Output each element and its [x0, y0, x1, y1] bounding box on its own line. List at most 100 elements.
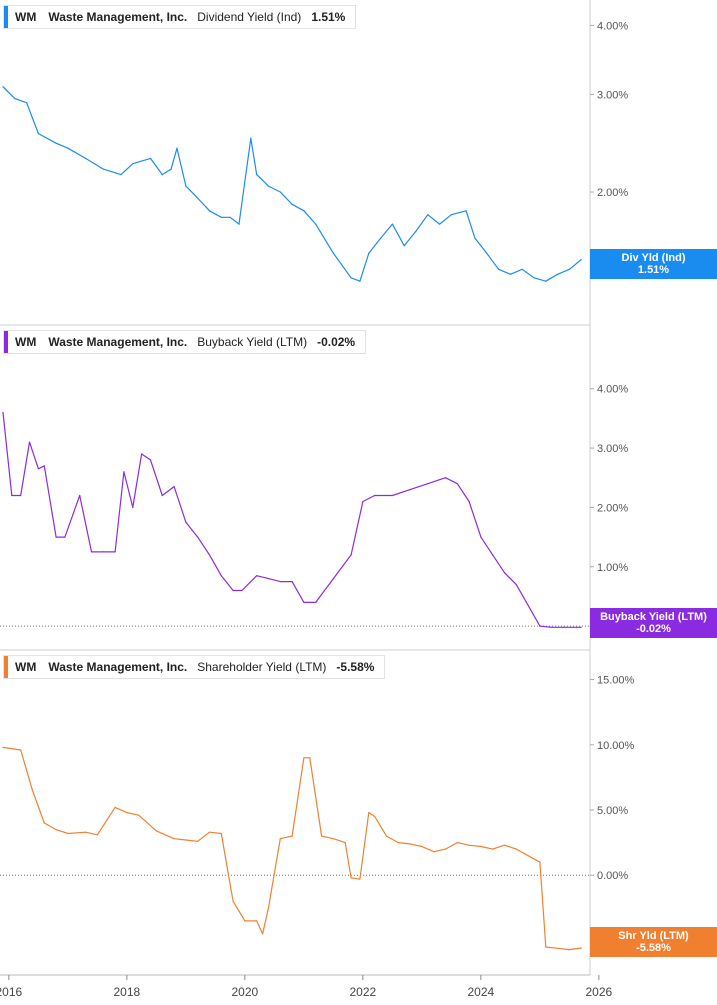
data-point — [126, 812, 128, 814]
data-point — [362, 500, 364, 503]
data-point — [90, 551, 93, 553]
series-color-swatch — [4, 656, 8, 678]
data-point — [208, 554, 211, 556]
data-point — [197, 197, 199, 199]
badge-label: Div Yld (Ind) — [621, 252, 686, 264]
data-point — [568, 949, 571, 951]
data-point — [415, 230, 417, 232]
data-point — [220, 832, 222, 835]
data-point — [368, 252, 370, 254]
y-tick-label: 4.00% — [597, 20, 628, 32]
data-point — [11, 494, 13, 497]
data-point — [332, 578, 334, 580]
data-point — [120, 174, 122, 176]
badge-value: -5.58% — [636, 942, 671, 954]
data-point — [533, 277, 535, 279]
data-point — [545, 946, 547, 948]
data-point — [96, 834, 98, 836]
data-point — [64, 536, 66, 538]
data-point — [132, 163, 134, 165]
company-name: Waste Management, Inc. — [48, 335, 188, 349]
data-point — [450, 214, 452, 216]
data-point — [391, 223, 393, 225]
metric-value: 1.51% — [311, 10, 346, 24]
data-point — [170, 168, 172, 170]
data-point — [465, 210, 467, 212]
data-point — [374, 494, 376, 497]
data-point — [303, 210, 305, 212]
data-point — [208, 831, 211, 833]
data-point — [332, 252, 334, 254]
data-point — [456, 842, 458, 844]
data-point — [557, 947, 559, 949]
data-point — [421, 845, 423, 848]
data-point — [291, 835, 293, 837]
badge-value: 1.51% — [637, 264, 670, 276]
current-value-badge-3: Shr Yld (LTM) -5.58% — [590, 927, 717, 957]
data-point — [55, 142, 57, 144]
data-point — [114, 551, 116, 553]
data-point — [31, 789, 34, 792]
x-tick-label: 2022 — [349, 985, 376, 999]
data-point — [397, 842, 399, 844]
data-point — [279, 581, 281, 583]
data-point — [173, 838, 175, 840]
data-point — [433, 851, 435, 853]
data-point — [267, 185, 270, 187]
data-point — [2, 411, 4, 414]
data-point — [480, 845, 482, 848]
y-tick-label: 2.00% — [597, 187, 628, 199]
y-tick-label: 0.00% — [597, 870, 628, 882]
data-point — [527, 604, 529, 606]
data-point — [241, 589, 243, 592]
data-point — [350, 554, 352, 556]
data-point — [279, 838, 281, 840]
badge-label: Buyback Yield (LTM) — [600, 611, 707, 623]
data-point — [79, 494, 81, 497]
data-point — [267, 578, 270, 580]
data-point — [498, 268, 500, 270]
badge-label: Shr Yld (LTM) — [618, 930, 689, 942]
data-point — [427, 214, 429, 216]
data-point — [380, 237, 382, 239]
x-tick-label: 2016 — [0, 985, 23, 999]
data-point — [427, 483, 429, 485]
data-point — [503, 572, 506, 574]
data-point — [291, 581, 293, 583]
data-point — [580, 947, 582, 949]
data-point — [486, 252, 488, 254]
metric-value: -5.58% — [336, 660, 375, 674]
data-point — [256, 575, 258, 577]
data-point — [350, 277, 352, 279]
data-point — [138, 814, 140, 816]
data-point — [220, 216, 222, 218]
ticker-label: WM — [15, 10, 37, 24]
data-point — [161, 174, 163, 176]
data-point — [55, 829, 57, 831]
data-point — [149, 157, 152, 159]
ticker-label: WM — [15, 335, 37, 349]
data-point — [509, 273, 511, 275]
data-point — [468, 844, 470, 846]
x-tick-label: 2018 — [113, 985, 140, 999]
y-tick-label: 2.00% — [597, 502, 628, 514]
data-point — [303, 757, 305, 759]
data-point — [557, 273, 559, 275]
data-point — [238, 223, 240, 225]
legend-panel-2: WM Waste Management, Inc. Buyback Yield … — [3, 330, 367, 354]
data-point — [480, 536, 482, 538]
data-point — [359, 280, 361, 282]
data-point — [132, 506, 134, 508]
x-tick-label: 2020 — [231, 985, 258, 999]
data-point — [14, 98, 16, 100]
data-point — [315, 601, 317, 604]
data-point — [26, 102, 28, 104]
data-point — [321, 835, 323, 837]
data-point — [208, 210, 211, 212]
data-point — [521, 268, 523, 270]
data-point — [161, 494, 163, 497]
data-point — [444, 477, 447, 479]
data-point — [580, 626, 582, 628]
data-point — [197, 536, 199, 538]
data-point — [568, 268, 571, 270]
